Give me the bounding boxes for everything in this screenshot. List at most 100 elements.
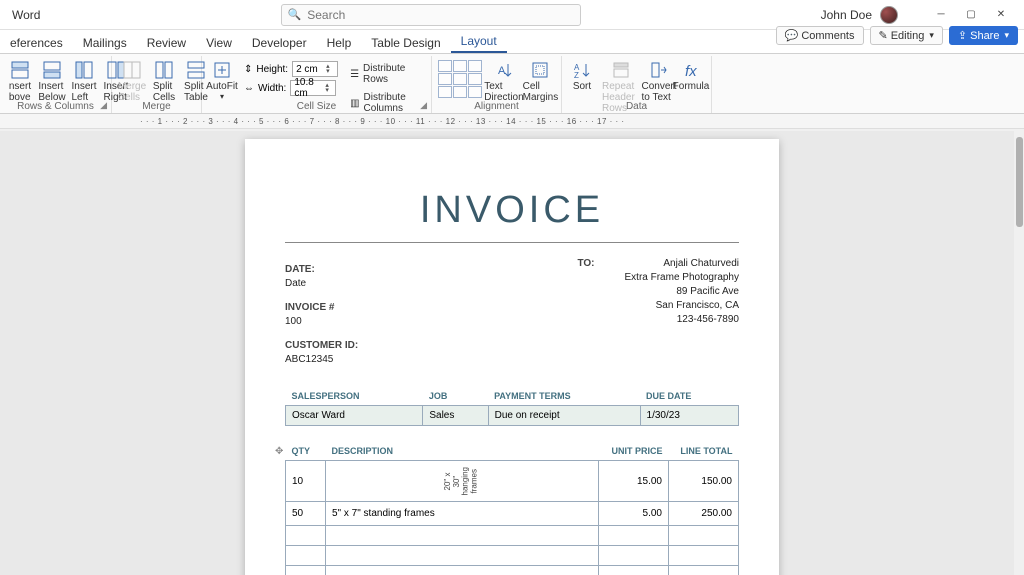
- align-middle-left[interactable]: [438, 73, 452, 85]
- table-row[interactable]: [286, 546, 739, 566]
- align-top-left[interactable]: [438, 60, 452, 72]
- tab-review[interactable]: Review: [137, 32, 196, 53]
- convert-to-text-label: Convert to Text: [642, 81, 677, 103]
- repeat-header-icon: [611, 60, 631, 80]
- cell-salesperson[interactable]: Oscar Ward: [286, 406, 423, 426]
- autofit-icon: [212, 60, 232, 80]
- table-row[interactable]: Oscar Ward Sales Due on receipt 1/30/23: [286, 406, 739, 426]
- maximize-button[interactable]: ▢: [956, 5, 986, 25]
- customer-id-label: CUSTOMER ID:: [285, 339, 358, 353]
- cell-qty[interactable]: 10: [286, 461, 326, 502]
- insert-below-button[interactable]: Insert Below: [38, 58, 66, 103]
- cell-job[interactable]: Sales: [423, 406, 488, 426]
- formula-button[interactable]: fxFormula: [677, 58, 705, 92]
- split-cells-button[interactable]: Split Cells: [150, 58, 178, 103]
- cell-line-total[interactable]: 250.00: [669, 502, 739, 526]
- comments-button[interactable]: 💬 Comments: [776, 26, 864, 45]
- cell-description[interactable]: 5" x 7" standing frames: [326, 502, 599, 526]
- tab-layout[interactable]: Layout: [451, 30, 507, 53]
- insert-left-icon: [74, 60, 94, 80]
- tab-references[interactable]: eferences: [0, 32, 73, 53]
- convert-to-text-icon: [649, 60, 669, 80]
- align-top-right[interactable]: [468, 60, 482, 72]
- cell-margins-button[interactable]: Cell Margins: [526, 58, 555, 103]
- insert-below-icon: [42, 60, 62, 80]
- sort-button[interactable]: AZSort: [568, 58, 596, 92]
- text-direction-button[interactable]: AText Direction: [488, 58, 520, 103]
- insert-above-button[interactable]: nsert bove: [6, 58, 34, 103]
- invoice-number-value: 100: [285, 315, 358, 329]
- search-input[interactable]: [307, 8, 573, 22]
- formula-label: Formula: [673, 81, 710, 92]
- align-top-center[interactable]: [453, 60, 467, 72]
- col-unit-price: UNIT PRICE: [599, 442, 669, 461]
- align-middle-center[interactable]: [453, 73, 467, 85]
- table-row[interactable]: [286, 566, 739, 575]
- cell-due[interactable]: 1/30/23: [640, 406, 738, 426]
- insert-above-icon: [10, 60, 30, 80]
- user-area: John Doe ─ ▢ ✕: [821, 5, 1016, 25]
- distribute-rows-icon: ☰: [350, 69, 359, 80]
- text-direction-icon: A: [494, 60, 514, 80]
- user-name: John Doe: [821, 8, 872, 22]
- align-bottom-right[interactable]: [468, 86, 482, 98]
- svg-text:Z: Z: [574, 71, 579, 79]
- cell-payment[interactable]: Due on receipt: [488, 406, 640, 426]
- cell-line-total[interactable]: 150.00: [669, 461, 739, 502]
- ribbon-tabs: eferences Mailings Review View Developer…: [0, 30, 1024, 54]
- minimize-button[interactable]: ─: [926, 5, 956, 25]
- horizontal-ruler[interactable]: · · · 1 · · · 2 · · · 3 · · · 4 · · · 5 …: [0, 114, 1024, 129]
- cell-description[interactable]: 20" x 30" hanging frames: [326, 461, 599, 502]
- sort-label: Sort: [573, 81, 591, 92]
- convert-to-text-button[interactable]: Convert to Text: [645, 58, 673, 103]
- distribute-rows-button[interactable]: ☰Distribute Rows: [346, 61, 425, 87]
- col-payment: PAYMENT TERMS: [488, 387, 640, 406]
- cell-margins-icon: [530, 60, 550, 80]
- share-label: Share: [970, 30, 999, 42]
- svg-text:fx: fx: [685, 63, 697, 79]
- formula-icon: fx: [681, 60, 701, 80]
- to-city: San Francisco, CA: [625, 299, 740, 313]
- align-bottom-center[interactable]: [453, 86, 467, 98]
- cell-size-launcher[interactable]: ◢: [420, 100, 427, 111]
- sort-icon: AZ: [572, 60, 592, 80]
- tab-help[interactable]: Help: [317, 32, 362, 53]
- scroll-thumb[interactable]: [1016, 137, 1023, 227]
- align-bottom-left[interactable]: [438, 86, 452, 98]
- cell-margins-label: Cell Margins: [523, 81, 559, 103]
- order-summary-table: SALESPERSON JOB PAYMENT TERMS DUE DATE O…: [285, 387, 739, 426]
- comments-label: Comments: [801, 30, 854, 42]
- tab-mailings[interactable]: Mailings: [73, 32, 137, 53]
- table-row[interactable]: [286, 526, 739, 546]
- col-due: DUE DATE: [640, 387, 738, 406]
- search-box[interactable]: 🔍: [281, 4, 581, 26]
- insert-left-button[interactable]: Insert Left: [70, 58, 98, 103]
- split-cells-icon: [154, 60, 174, 80]
- vertical-scrollbar[interactable]: [1014, 131, 1024, 575]
- avatar[interactable]: [880, 6, 898, 24]
- cell-unit-price[interactable]: 15.00: [599, 461, 669, 502]
- tab-view[interactable]: View: [196, 32, 242, 53]
- rows-columns-launcher[interactable]: ◢: [100, 100, 107, 111]
- tab-table-design[interactable]: Table Design: [361, 32, 450, 53]
- align-middle-right[interactable]: [468, 73, 482, 85]
- cell-unit-price[interactable]: 5.00: [599, 502, 669, 526]
- customer-id-value: ABC12345: [285, 353, 358, 367]
- width-input[interactable]: 10.8 cm▴▾: [290, 80, 336, 96]
- table-anchor-icon[interactable]: ✥: [275, 446, 283, 457]
- editing-button[interactable]: ✎ Editing: [870, 26, 943, 45]
- merge-cells-label: Merge Cells: [118, 81, 146, 103]
- cell-qty[interactable]: 50: [286, 502, 326, 526]
- alignment-grid: [438, 58, 482, 98]
- table-row[interactable]: 10 20" x 30" hanging frames 15.00 150.00: [286, 461, 739, 502]
- tab-developer[interactable]: Developer: [242, 32, 317, 53]
- close-button[interactable]: ✕: [986, 5, 1016, 25]
- table-row[interactable]: 50 5" x 7" standing frames 5.00 250.00: [286, 502, 739, 526]
- col-salesperson: SALESPERSON: [286, 387, 423, 406]
- height-input[interactable]: 2 cm▴▾: [292, 61, 338, 77]
- share-button[interactable]: ⇪ Share: [949, 26, 1018, 45]
- width-value: 10.8 cm: [294, 77, 325, 99]
- document-canvas[interactable]: INVOICE DATE: Date INVOICE # 100 CUSTOME…: [0, 131, 1024, 575]
- autofit-button[interactable]: AutoFit▾: [208, 58, 236, 101]
- app-title: Word: [12, 8, 40, 22]
